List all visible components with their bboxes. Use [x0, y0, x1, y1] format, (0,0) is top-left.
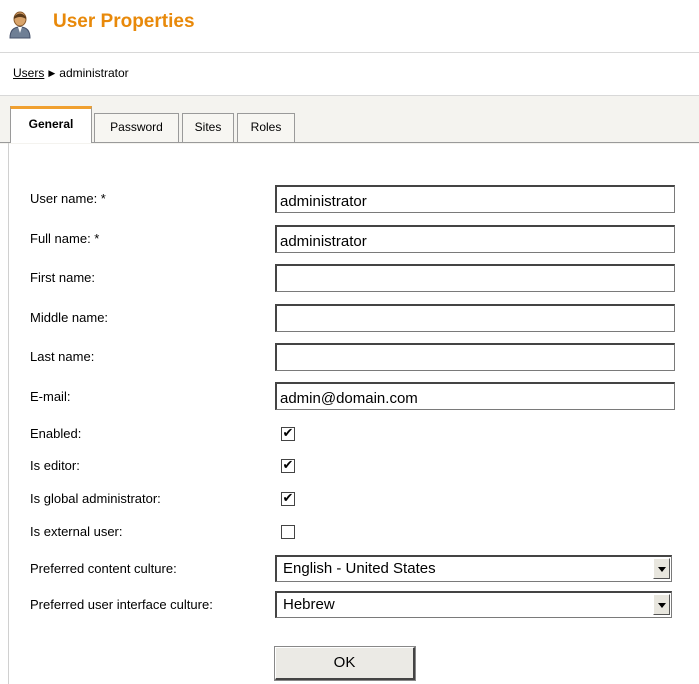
ui-culture-select[interactable]: Hebrew — [275, 591, 672, 618]
fullname-label: Full name: * — [30, 231, 100, 246]
is-editor-label: Is editor: — [30, 458, 80, 473]
breadcrumb-users-link[interactable]: Users — [13, 66, 44, 80]
breadcrumb-arrow-icon: ▶ — [48, 68, 56, 78]
page-header: User Properties — [0, 0, 699, 53]
breadcrumb: Users ▶ administrator — [0, 53, 699, 96]
content-border — [8, 143, 9, 684]
content-culture-value: English - United States — [283, 560, 436, 577]
is-external-label: Is external user: — [30, 524, 123, 539]
user-icon — [9, 11, 31, 39]
ui-culture-value: Hebrew — [283, 596, 335, 613]
chevron-down-icon[interactable] — [653, 594, 670, 615]
lastname-label: Last name: — [30, 349, 95, 364]
enabled-checkbox[interactable]: ✔ — [281, 427, 295, 441]
tab-divider — [0, 142, 699, 143]
username-label: User name: * — [30, 191, 106, 206]
firstname-label: First name: — [30, 270, 96, 285]
content-culture-select[interactable]: English - United States — [275, 555, 672, 582]
page-title: User Properties — [53, 11, 195, 32]
email-input[interactable] — [275, 382, 675, 410]
chevron-down-icon[interactable] — [653, 558, 670, 579]
tab-sites[interactable]: Sites — [182, 113, 234, 142]
ui-culture-label: Preferred user interface culture: — [30, 597, 213, 612]
is-editor-checkbox[interactable]: ✔ — [281, 459, 295, 473]
firstname-input[interactable] — [275, 264, 675, 292]
is-global-admin-checkbox[interactable]: ✔ — [281, 492, 295, 506]
enabled-label: Enabled: — [30, 426, 82, 441]
is-global-admin-label: Is global administrator: — [30, 491, 161, 506]
content-culture-label: Preferred content culture: — [30, 561, 177, 576]
ok-button[interactable]: OK — [274, 646, 416, 681]
tab-roles[interactable]: Roles — [237, 113, 295, 142]
username-input[interactable] — [275, 185, 675, 213]
lastname-input[interactable] — [275, 343, 675, 371]
middlename-label: Middle name: — [30, 310, 109, 325]
is-external-checkbox[interactable] — [281, 525, 295, 539]
tab-general[interactable]: General — [10, 106, 92, 143]
tab-password[interactable]: Password — [94, 113, 179, 142]
fullname-input[interactable] — [275, 225, 675, 253]
email-label: E-mail: — [30, 389, 71, 404]
middlename-input[interactable] — [275, 304, 675, 332]
breadcrumb-current: administrator — [59, 66, 129, 80]
